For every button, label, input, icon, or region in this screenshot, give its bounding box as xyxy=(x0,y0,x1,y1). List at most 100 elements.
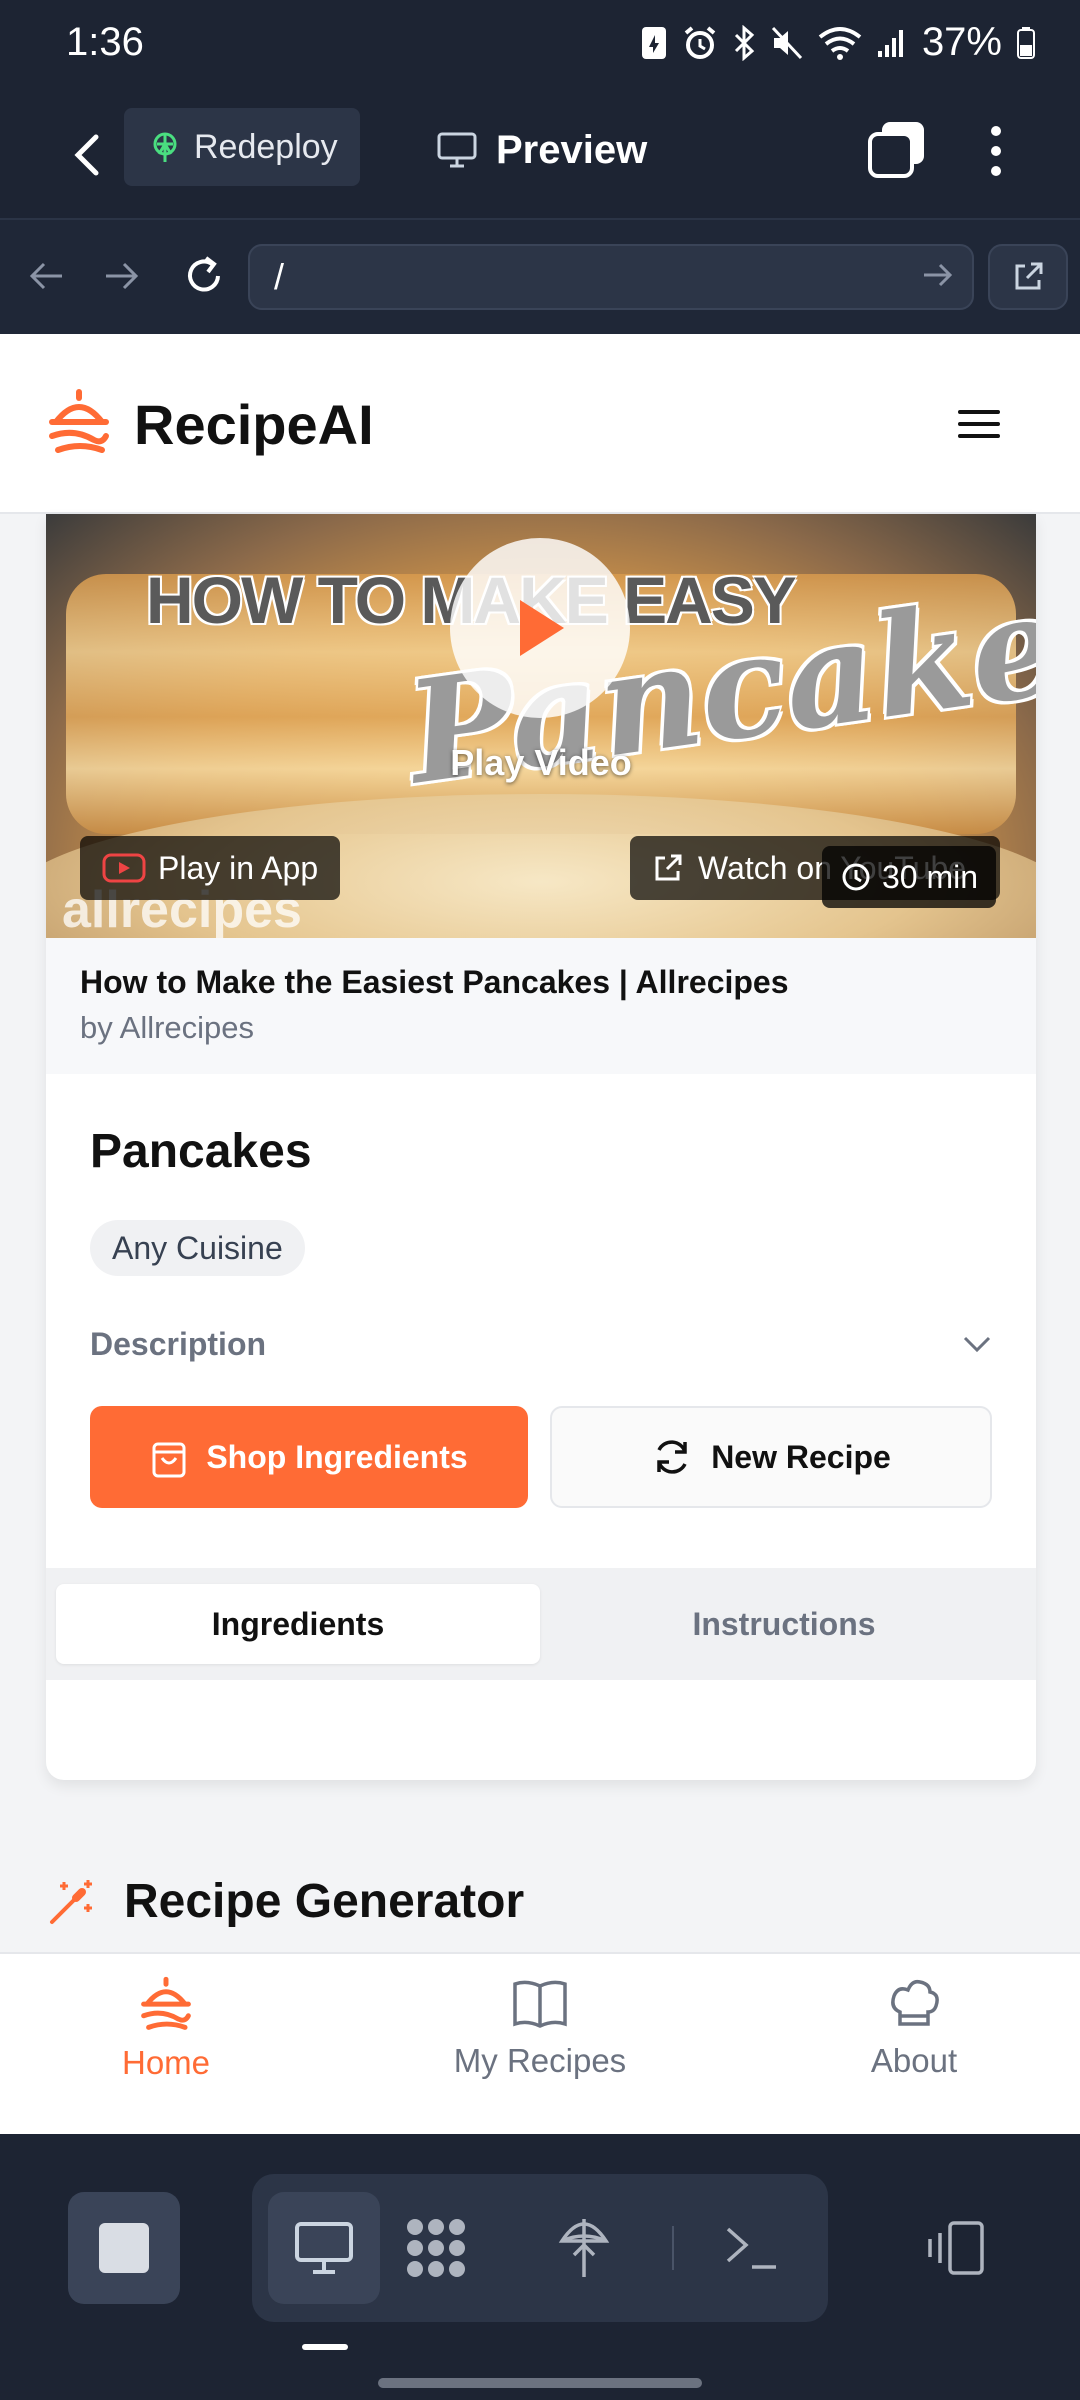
video-title: How to Make the Easiest Pancakes | Allre… xyxy=(80,964,789,1000)
chevron-left-icon xyxy=(74,134,99,176)
wifi-icon xyxy=(818,25,862,61)
stop-icon xyxy=(99,2223,149,2273)
deployments-tool-button[interactable] xyxy=(528,2192,640,2304)
tabs-icon xyxy=(868,122,924,178)
nav-home[interactable]: Home xyxy=(16,1976,316,2116)
agent-icon xyxy=(407,2219,465,2277)
home-logo-icon xyxy=(141,1976,191,2030)
tool-switcher xyxy=(252,2174,828,2322)
clock-icon xyxy=(842,863,870,891)
alarm-icon xyxy=(682,25,718,61)
book-open-icon xyxy=(513,1980,567,2028)
nav-my-recipes-label: My Recipes xyxy=(453,2042,627,2079)
more-vertical-icon xyxy=(991,126,1001,176)
tab-instructions[interactable]: Instructions xyxy=(542,1584,1026,1664)
go-arrow-icon[interactable] xyxy=(922,260,954,290)
recipe-generator-heading: Recipe Generator xyxy=(46,1874,524,1929)
description-toggle[interactable]: Description xyxy=(90,1314,992,1374)
recipe-tabs: Ingredients Instructions xyxy=(46,1568,1036,1680)
reload-button[interactable] xyxy=(176,248,232,304)
new-recipe-button[interactable]: New Recipe xyxy=(550,1406,992,1508)
chevron-down-icon xyxy=(963,1336,991,1353)
preview-tool-button[interactable] xyxy=(268,2192,380,2304)
monitor-icon xyxy=(437,132,477,168)
magic-wand-icon xyxy=(50,1879,92,1924)
sim-icon xyxy=(640,25,668,61)
hamburger-menu-icon[interactable] xyxy=(954,404,1004,444)
device-rotate-icon xyxy=(928,2221,984,2275)
youtube-icon xyxy=(102,853,146,883)
nav-about-label: About xyxy=(870,2042,958,2079)
description-label: Description xyxy=(90,1325,267,1362)
play-in-app-label: Play in App xyxy=(158,849,319,886)
battery-text: 37% xyxy=(921,20,1002,64)
status-bar: 1:36 37% xyxy=(0,0,1080,90)
toolbar-divider xyxy=(672,2226,674,2270)
url-text: / xyxy=(274,256,285,297)
url-input[interactable]: / xyxy=(248,244,974,310)
play-in-app-button[interactable]: Play in App xyxy=(80,836,341,900)
new-recipe-label: New Recipe xyxy=(711,1438,891,1475)
browser-bar: / xyxy=(0,220,1080,334)
cuisine-badge: Any Cuisine xyxy=(90,1220,305,1276)
brand-name: RecipeAI xyxy=(134,393,374,456)
redeploy-button[interactable]: Redeploy xyxy=(124,108,360,186)
shop-ingredients-button[interactable]: Shop Ingredients xyxy=(90,1406,528,1508)
status-time: 1:36 xyxy=(66,20,144,64)
active-tool-indicator xyxy=(302,2344,348,2350)
nav-about[interactable]: About xyxy=(764,1976,1064,2116)
external-link-icon xyxy=(1015,262,1043,290)
device-toggle-button[interactable] xyxy=(912,2192,1002,2304)
redeploy-label: Redeploy xyxy=(194,127,338,166)
battery-icon xyxy=(1016,26,1036,60)
nav-home-label: Home xyxy=(121,2044,211,2081)
video-thumbnail[interactable]: HOW TO MAKE EASY Pancakes allrecipes Pla… xyxy=(46,514,1036,938)
duration-text: 30 min xyxy=(882,858,979,895)
ide-bottom-toolbar xyxy=(0,2134,1080,2400)
video-author: by Allrecipes xyxy=(80,1010,255,1045)
refresh-icon xyxy=(657,1440,687,1474)
browser-back-button[interactable] xyxy=(18,248,74,304)
reload-icon xyxy=(188,256,220,292)
status-icons: 37% xyxy=(640,20,1036,65)
bluetooth-icon xyxy=(732,24,756,61)
terminal-icon xyxy=(726,2227,776,2269)
arrow-right-icon xyxy=(106,262,139,290)
mute-icon xyxy=(770,25,804,61)
video-meta: How to Make the Easiest Pancakes | Allre… xyxy=(46,938,1036,1074)
recipeai-logo-icon xyxy=(49,389,109,453)
deploy-icon xyxy=(558,2219,610,2277)
chef-hat-icon xyxy=(891,1979,939,2026)
bottom-navigation: Home My Recipes About xyxy=(0,1952,1080,2134)
preview-label: Preview xyxy=(496,127,648,172)
site-header: RecipeAI xyxy=(0,334,1080,514)
agent-tool-button[interactable] xyxy=(380,2192,492,2304)
recipe-title: Pancakes xyxy=(90,1125,312,1178)
play-video-label: Play Video xyxy=(450,742,632,783)
arrow-left-icon xyxy=(29,262,62,290)
deploy-icon xyxy=(153,132,177,162)
recipe-card: HOW TO MAKE EASY Pancakes allrecipes Pla… xyxy=(46,514,1036,1780)
shop-ingredients-label: Shop Ingredients xyxy=(206,1438,468,1475)
monitor-icon xyxy=(295,2222,353,2274)
duration-badge: 30 min xyxy=(822,846,997,908)
shopping-bag-icon xyxy=(152,1442,186,1478)
web-preview: RecipeAI HOW TO MAKE EASY Pancakes allre… xyxy=(0,334,1080,2134)
tab-ingredients[interactable]: Ingredients xyxy=(56,1584,540,1664)
tabs-button[interactable] xyxy=(866,118,930,182)
section-heading-text: Recipe Generator xyxy=(124,1875,525,1928)
shell-tool-button[interactable] xyxy=(696,2192,808,2304)
back-button[interactable] xyxy=(52,120,122,190)
play-button[interactable] xyxy=(450,538,630,718)
play-icon xyxy=(520,600,564,656)
open-in-new-tab-button[interactable] xyxy=(988,244,1068,310)
nav-my-recipes[interactable]: My Recipes xyxy=(390,1976,690,2116)
browser-forward-button[interactable] xyxy=(94,248,150,304)
stop-button[interactable] xyxy=(68,2192,180,2304)
system-home-indicator[interactable] xyxy=(378,2378,702,2388)
signal-icon xyxy=(876,27,908,59)
external-link-icon xyxy=(655,854,682,881)
more-options-button[interactable] xyxy=(970,116,1022,186)
app-top-bar: Redeploy Preview xyxy=(0,90,1080,220)
preview-tab[interactable]: Preview xyxy=(436,120,647,180)
